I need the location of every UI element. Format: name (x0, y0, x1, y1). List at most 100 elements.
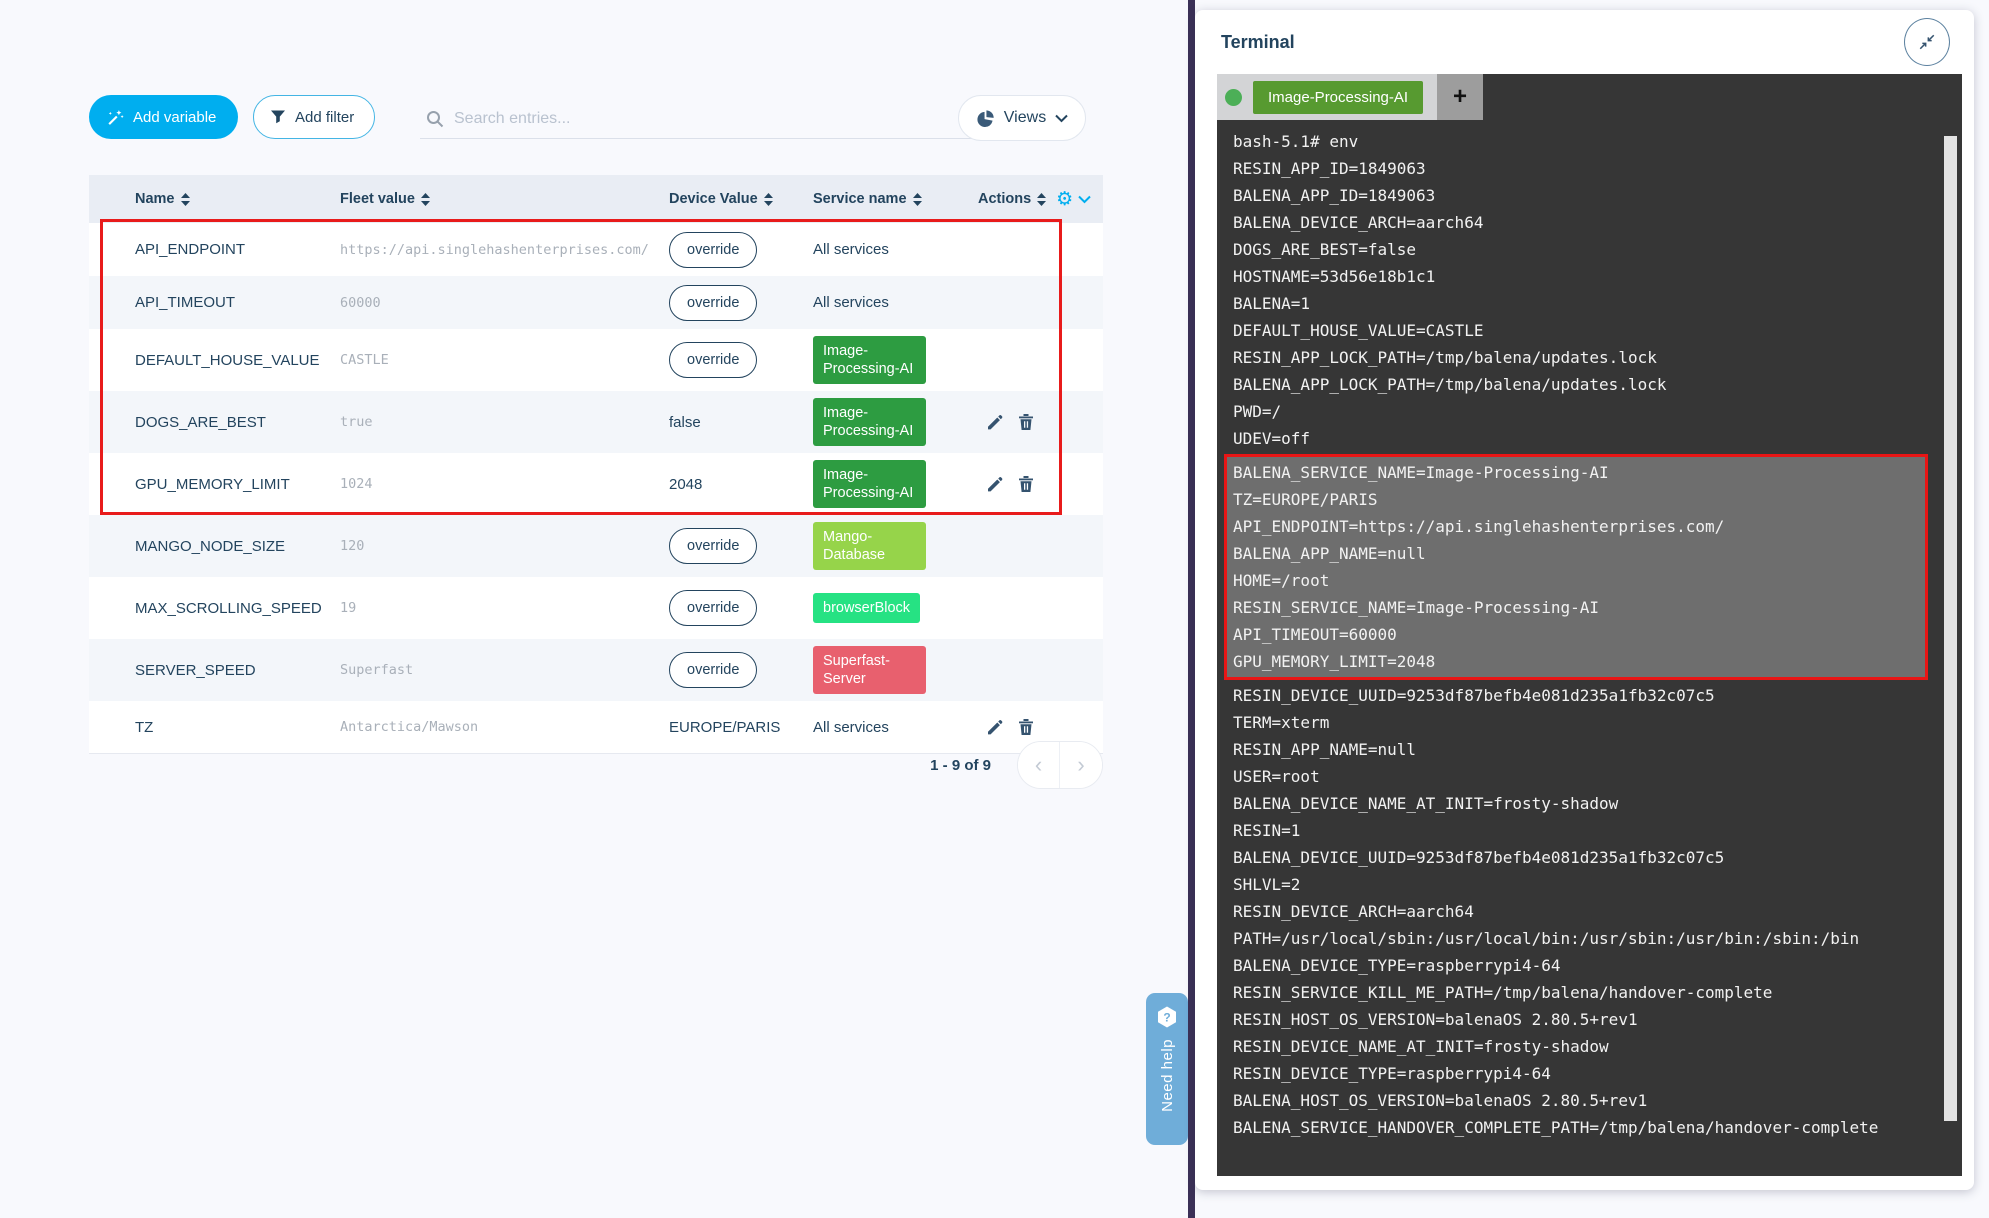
service-name: All services (813, 294, 978, 311)
table-row: DEFAULT_HOUSE_VALUE CASTLE override Imag… (89, 329, 1103, 391)
variable-name: API_ENDPOINT (89, 241, 340, 258)
edit-button[interactable] (986, 475, 1004, 493)
column-label: Name (135, 191, 175, 207)
terminal-line: DOGS_ARE_BEST=false (1233, 236, 1932, 263)
terminal-panel: Terminal Image-Processing-AI + bash-5.1#… (1195, 10, 1974, 1190)
terminal-line: bash-5.1# env (1233, 128, 1932, 155)
column-header-name: Name (89, 191, 340, 207)
collapse-arrows-icon (1918, 33, 1936, 51)
table-header-row: Name Fleet value Device Value Service na… (89, 175, 1103, 223)
edit-button[interactable] (986, 718, 1004, 736)
pagination: 1 - 9 of 9 ‹ › (89, 740, 1103, 790)
override-button[interactable]: override (669, 590, 757, 626)
terminal-line: BALENA_DEVICE_NAME_AT_INIT=frosty-shadow (1233, 790, 1932, 817)
service-name: All services (813, 241, 978, 258)
terminal-line: BALENA=1 (1233, 290, 1932, 317)
column-header-service-name: Service name (813, 191, 978, 207)
new-terminal-tab-button[interactable]: + (1437, 74, 1483, 120)
chevron-down-icon (1055, 114, 1068, 123)
help-hexagon-icon: ? (1155, 1005, 1179, 1029)
views-button[interactable]: Views (958, 95, 1086, 141)
terminal-line: SHLVL=2 (1233, 871, 1932, 898)
delete-button[interactable] (1018, 475, 1034, 493)
terminal-line: BALENA_APP_LOCK_PATH=/tmp/balena/updates… (1233, 371, 1932, 398)
override-button[interactable]: override (669, 528, 757, 564)
override-button[interactable]: override (669, 285, 757, 321)
variable-name: MANGO_NODE_SIZE (89, 538, 340, 555)
pagination-controls: ‹ › (1017, 741, 1103, 789)
device-value: 2048 (669, 476, 813, 493)
terminal-line: PWD=/ (1233, 398, 1932, 425)
override-button[interactable]: override (669, 652, 757, 688)
previous-page-button[interactable]: ‹ (1018, 742, 1060, 788)
terminal-line: BALENA_HOST_OS_VERSION=balenaOS 2.80.5+r… (1233, 1087, 1932, 1114)
pie-chart-icon (976, 109, 995, 128)
terminal-line: RESIN_DEVICE_UUID=9253df87befb4e081d235a… (1233, 682, 1932, 709)
svg-text:?: ? (1163, 1011, 1170, 1025)
terminal-tab-bar: Image-Processing-AI + (1217, 74, 1962, 120)
fleet-value: Superfast (340, 662, 669, 678)
need-help-tab[interactable]: ? Need help (1146, 993, 1188, 1145)
variable-name: SERVER_SPEED (89, 662, 340, 679)
panel-divider (1188, 0, 1195, 1218)
edit-button[interactable] (986, 413, 1004, 431)
add-filter-button[interactable]: Add filter (253, 95, 375, 139)
gear-icon[interactable]: ⚙ (1056, 190, 1073, 209)
terminal-tab-image-processing-ai[interactable]: Image-Processing-AI (1253, 81, 1423, 114)
fleet-value: 120 (340, 538, 669, 554)
terminal-line: BALENA_DEVICE_TYPE=raspberrypi4-64 (1233, 952, 1932, 979)
device-value: EUROPE/PARIS (669, 719, 813, 736)
terminal-line: BALENA_APP_NAME=null (1233, 540, 1925, 567)
variable-name: DOGS_ARE_BEST (89, 414, 340, 431)
search-icon (426, 110, 444, 128)
variable-name: API_TIMEOUT (89, 294, 340, 311)
toolbar: Add variable Add filter (89, 95, 1099, 143)
fleet-value: 1024 (340, 476, 669, 492)
terminal-line: HOME=/root (1233, 567, 1925, 594)
column-label: Actions (978, 191, 1031, 207)
override-button[interactable]: override (669, 342, 757, 378)
add-variable-button[interactable]: Add variable (89, 95, 238, 139)
table-row: MAX_SCROLLING_SPEED 19 override browserB… (89, 577, 1103, 639)
terminal-line: RESIN_HOST_OS_VERSION=balenaOS 2.80.5+re… (1233, 1006, 1932, 1033)
terminal-line: RESIN_APP_LOCK_PATH=/tmp/balena/updates.… (1233, 344, 1932, 371)
terminal-line: RESIN_DEVICE_NAME_AT_INIT=frosty-shadow (1233, 1033, 1932, 1060)
fleet-value: true (340, 414, 669, 430)
search-input[interactable] (454, 110, 1018, 128)
service-name: All services (813, 719, 978, 736)
sort-icon[interactable] (913, 193, 922, 206)
terminal-scrollbar-thumb[interactable] (1944, 136, 1957, 1121)
sort-icon[interactable] (421, 193, 430, 206)
fleet-value: https://api.singlehashenterprises.com/ (340, 242, 669, 258)
fleet-value: 19 (340, 600, 669, 616)
sort-icon[interactable] (1037, 193, 1046, 206)
table-row: MANGO_NODE_SIZE 120 override Mango-Datab… (89, 515, 1103, 577)
terminal-line: RESIN_APP_NAME=null (1233, 736, 1932, 763)
delete-button[interactable] (1018, 413, 1034, 431)
service-badge: Superfast-Server (813, 646, 926, 694)
terminal-line: GPU_MEMORY_LIMIT=2048 (1233, 648, 1925, 675)
terminal-line: RESIN_SERVICE_NAME=Image-Processing-AI (1233, 594, 1925, 621)
terminal-line: BALENA_SERVICE_HANDOVER_COMPLETE_PATH=/t… (1233, 1114, 1932, 1141)
table-body: API_ENDPOINT https://api.singlehashenter… (89, 223, 1103, 754)
terminal-line: BALENA_DEVICE_UUID=9253df87befb4e081d235… (1233, 844, 1932, 871)
terminal-output: bash-5.1# envRESIN_APP_ID=1849063BALENA_… (1217, 120, 1962, 1176)
sort-icon[interactable] (181, 193, 190, 206)
override-button[interactable]: override (669, 232, 757, 268)
tab-bar-filler (1483, 74, 1962, 120)
next-page-button[interactable]: › (1060, 742, 1102, 788)
add-variable-label: Add variable (133, 109, 216, 126)
collapse-terminal-button[interactable] (1904, 18, 1950, 66)
terminal-line: HOSTNAME=53d56e18b1c1 (1233, 263, 1932, 290)
sort-icon[interactable] (764, 193, 773, 206)
service-badge: Image-Processing-AI (813, 336, 926, 384)
terminal-line: RESIN_DEVICE_ARCH=aarch64 (1233, 898, 1932, 925)
variable-name: MAX_SCROLLING_SPEED (89, 600, 340, 617)
terminal-line: RESIN=1 (1233, 817, 1932, 844)
chevron-down-icon[interactable] (1078, 195, 1091, 204)
magic-wand-icon (107, 109, 124, 126)
views-label: Views (1004, 109, 1046, 127)
delete-button[interactable] (1018, 718, 1034, 736)
terminal-line: DEFAULT_HOUSE_VALUE=CASTLE (1233, 317, 1932, 344)
column-label: Fleet value (340, 191, 415, 207)
